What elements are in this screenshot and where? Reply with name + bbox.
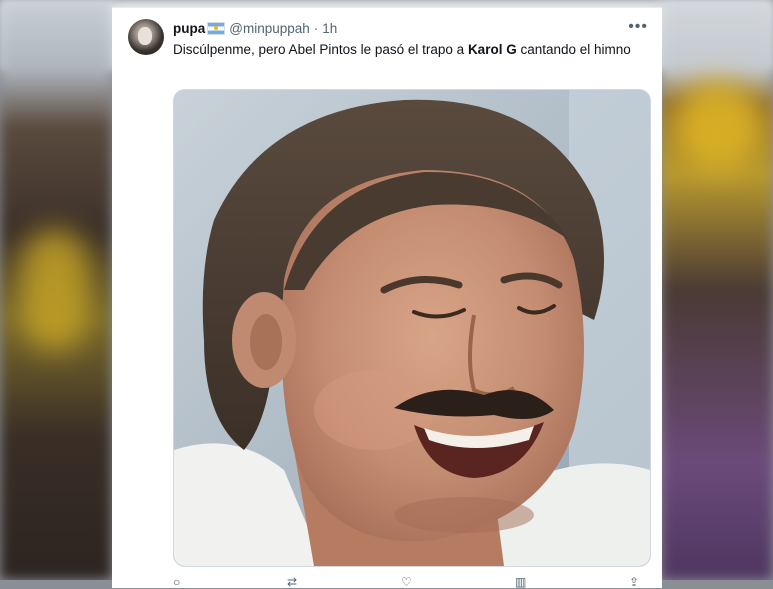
views-icon[interactable]: ▥: [515, 575, 529, 589]
tweet-text-end: cantando el himno: [516, 42, 631, 57]
like-icon[interactable]: ♡: [401, 575, 415, 589]
retweet-icon[interactable]: ⇄: [287, 575, 301, 589]
tweet-text: Discúlpenme, pero Abel Pintos le pasó el…: [173, 41, 633, 59]
backdrop-right-glow: [673, 80, 763, 170]
timestamp[interactable]: 1h: [322, 21, 337, 36]
avatar[interactable]: [128, 19, 164, 55]
more-options-icon[interactable]: •••: [628, 18, 648, 36]
tweet-header: pupa @minpuppah · 1h •••: [173, 18, 648, 38]
tweet-actions: ○ ⇄ ♡ ▥ ⇪: [173, 575, 643, 589]
meme-photo: [174, 90, 650, 566]
reply-icon[interactable]: ○: [173, 575, 187, 589]
backdrop-left-glow: [20, 230, 90, 350]
user-handle[interactable]: @minpuppah: [229, 21, 310, 36]
tweet-text-start: Discúlpenme, pero Abel Pintos le pasó el…: [173, 42, 468, 57]
tweet-media-photo[interactable]: [173, 89, 651, 567]
avatar-face: [138, 27, 152, 45]
display-name[interactable]: pupa: [173, 21, 205, 36]
share-icon[interactable]: ⇪: [629, 575, 643, 589]
argentina-flag-icon: [207, 21, 226, 35]
separator-dot: ·: [313, 20, 319, 36]
tweet-text-bold: Karol G: [467, 42, 517, 57]
tweet-card[interactable]: pupa @minpuppah · 1h ••• Discúlpenme, pe…: [112, 7, 662, 589]
